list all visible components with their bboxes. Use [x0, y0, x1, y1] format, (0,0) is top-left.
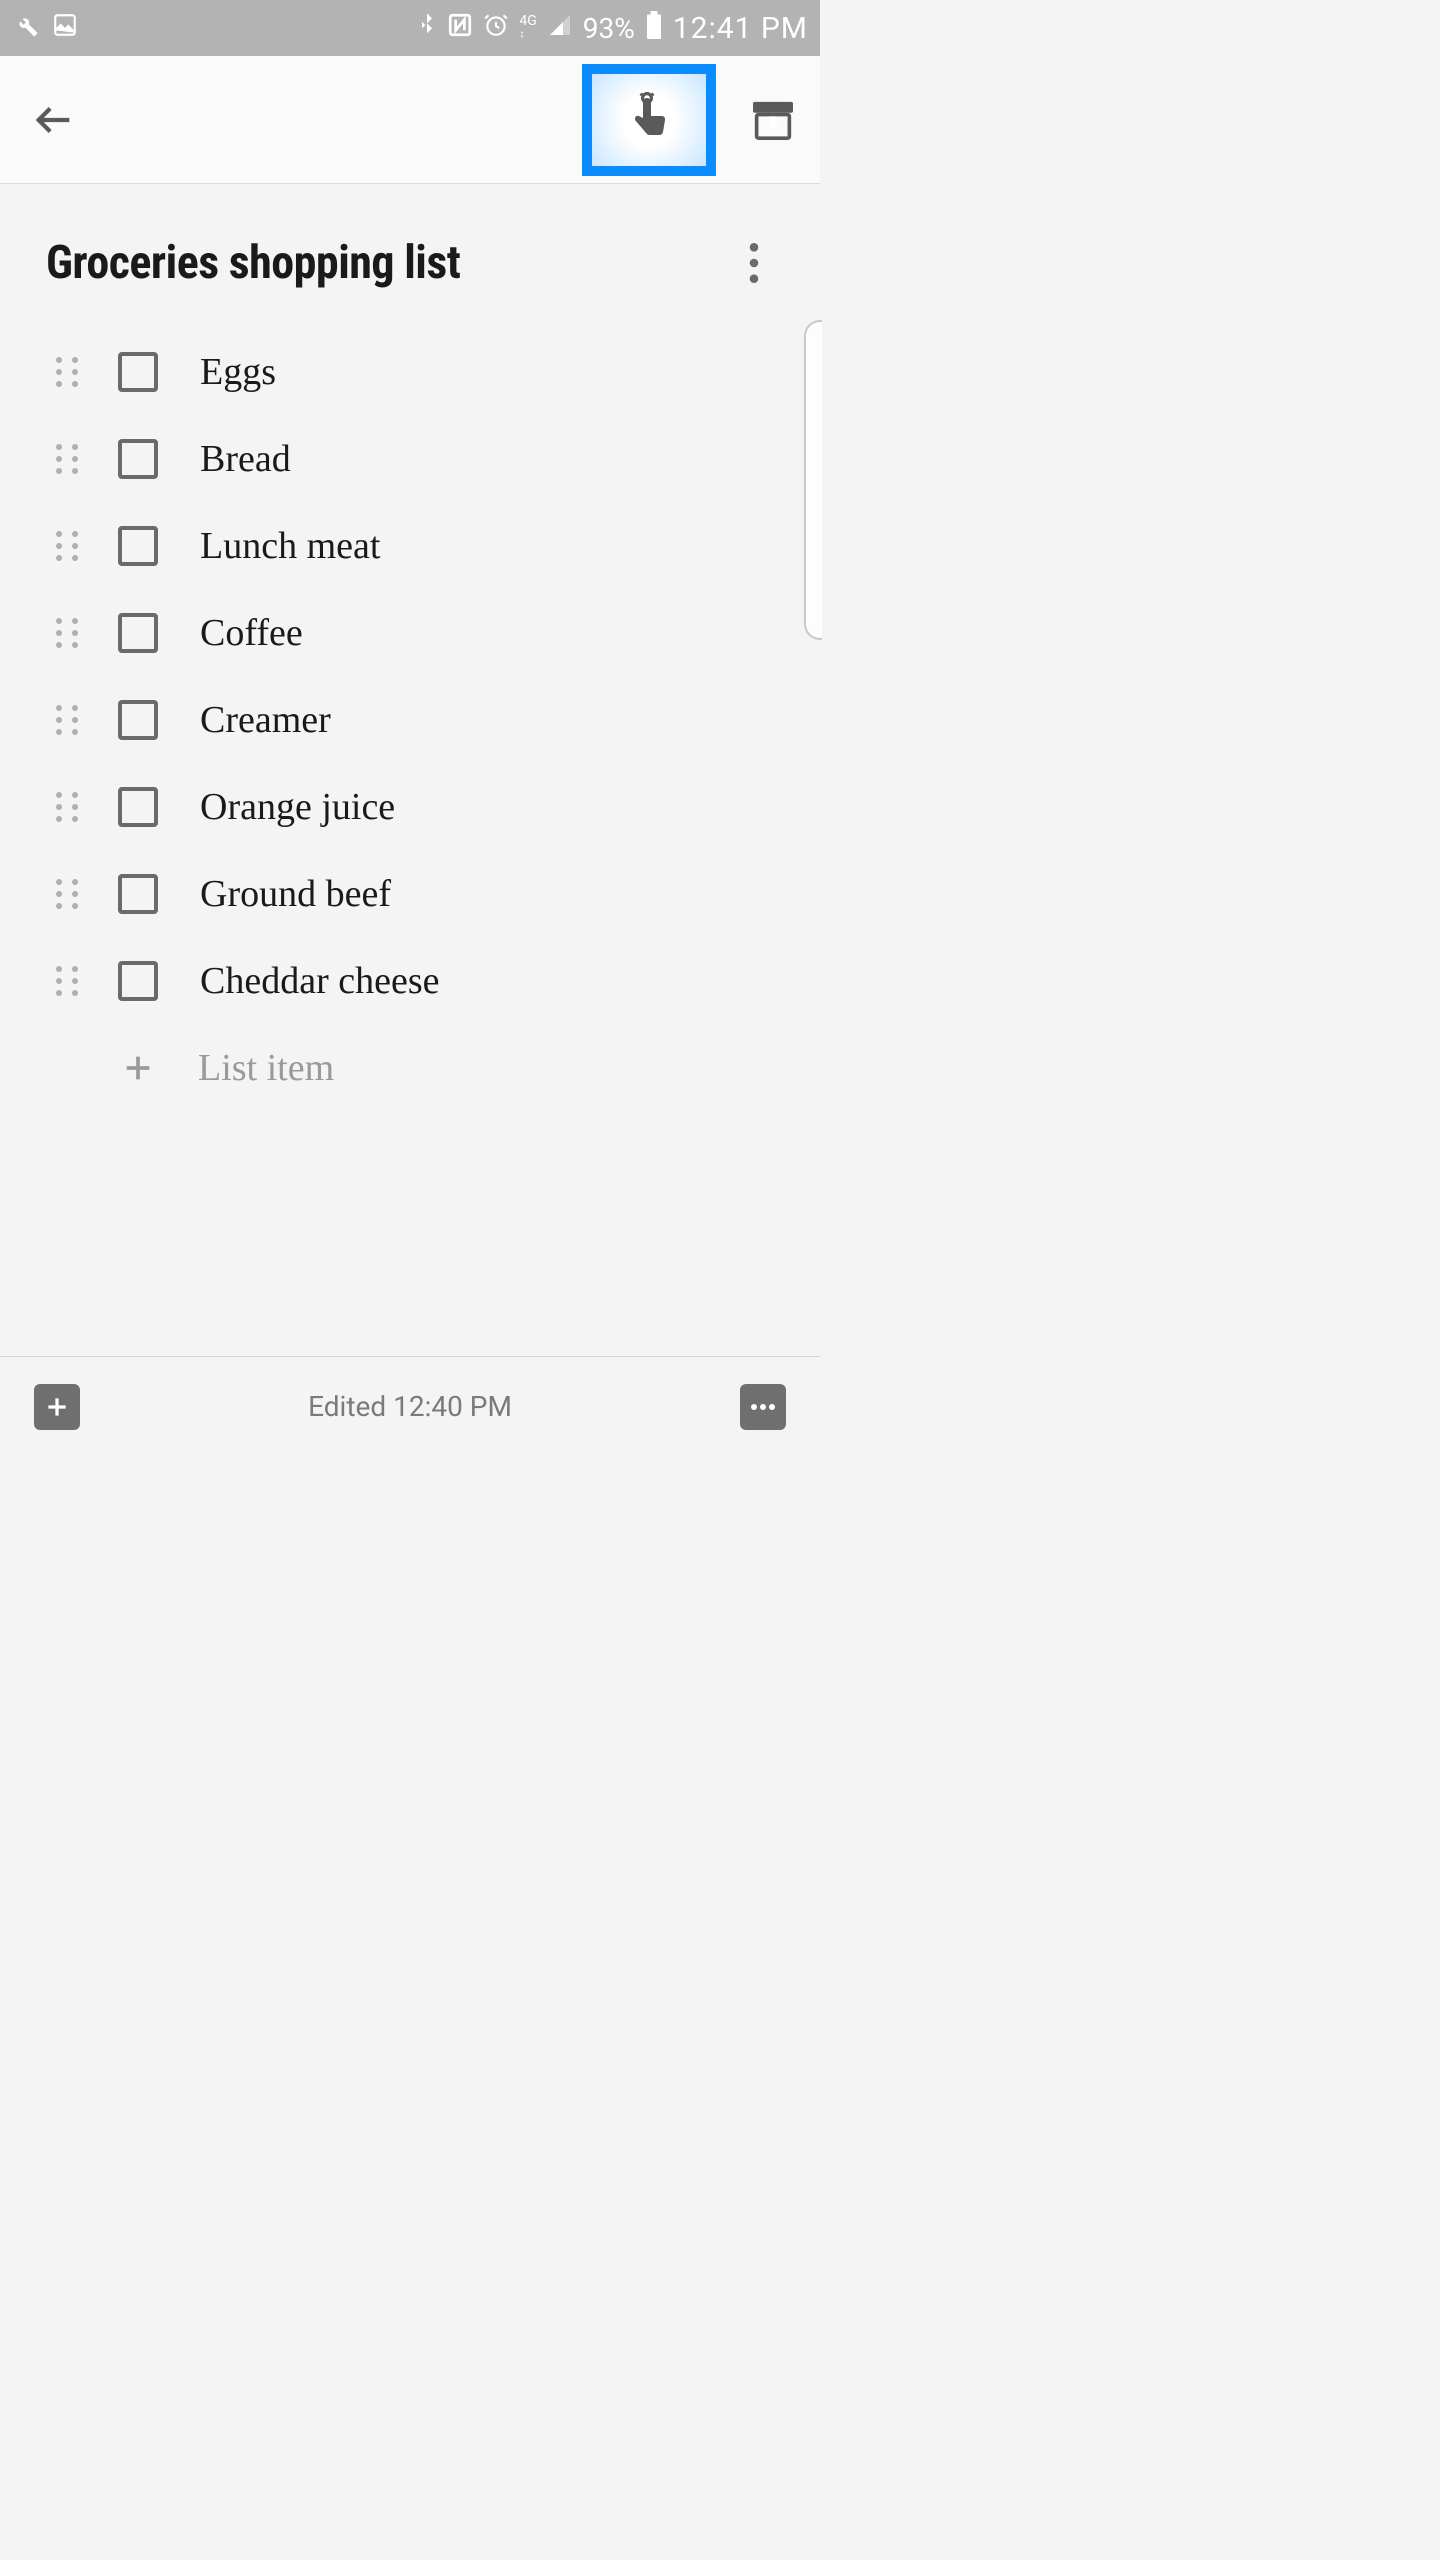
checklist-item[interactable]: Orange juice	[54, 763, 776, 850]
item-checkbox[interactable]	[118, 700, 158, 740]
network-type-badge: 4G↕	[519, 15, 536, 41]
drag-handle-icon[interactable]	[54, 877, 80, 911]
plus-icon	[118, 1048, 158, 1088]
scroll-indicator[interactable]	[804, 320, 822, 640]
signal-icon	[547, 13, 573, 44]
app-header	[0, 56, 820, 184]
bluetooth-icon	[417, 12, 437, 45]
item-label[interactable]: Creamer	[200, 698, 331, 742]
touch-gesture-icon	[624, 92, 674, 148]
android-status-bar: 4G↕ 93% 12:41 PM	[0, 0, 820, 56]
drag-handle-icon[interactable]	[54, 529, 80, 563]
image-icon	[52, 12, 78, 45]
overflow-menu-button[interactable]	[734, 238, 774, 288]
item-checkbox[interactable]	[118, 961, 158, 1001]
drag-handle-icon[interactable]	[54, 790, 80, 824]
checklist-item[interactable]: Eggs	[54, 328, 776, 415]
item-label[interactable]: Cheddar cheese	[200, 959, 440, 1003]
add-item-placeholder: List item	[198, 1046, 334, 1090]
archive-button[interactable]	[750, 97, 796, 143]
last-edited-label: Edited 12:40 PM	[308, 1390, 512, 1423]
more-options-button[interactable]	[740, 1384, 786, 1430]
checklist-item[interactable]: Ground beef	[54, 850, 776, 937]
add-list-item-row[interactable]: List item	[54, 1024, 776, 1111]
bottom-toolbar: Edited 12:40 PM	[0, 1356, 820, 1456]
item-checkbox[interactable]	[118, 352, 158, 392]
item-checkbox[interactable]	[118, 526, 158, 566]
drag-handle-icon[interactable]	[54, 616, 80, 650]
checklist-item[interactable]: Coffee	[54, 589, 776, 676]
item-label[interactable]: Ground beef	[200, 872, 391, 916]
checklist-item[interactable]: Lunch meat	[54, 502, 776, 589]
note-title[interactable]: Groceries shopping list	[46, 236, 734, 290]
status-clock: 12:41 PM	[673, 11, 808, 46]
item-checkbox[interactable]	[118, 787, 158, 827]
note-title-row: Groceries shopping list	[0, 184, 820, 300]
item-checkbox[interactable]	[118, 613, 158, 653]
item-label[interactable]: Coffee	[200, 611, 303, 655]
drag-handle-icon[interactable]	[54, 703, 80, 737]
checklist: Eggs Bread Lunch meat Coffee Creamer Orange j…	[0, 300, 820, 1111]
item-label[interactable]: Orange juice	[200, 785, 395, 829]
battery-percentage: 93%	[583, 12, 635, 45]
item-checkbox[interactable]	[118, 874, 158, 914]
checklist-item[interactable]: Cheddar cheese	[54, 937, 776, 1024]
status-left-icons	[12, 11, 78, 46]
item-label[interactable]: Bread	[200, 437, 291, 481]
status-right-icons: 4G↕ 93% 12:41 PM	[417, 11, 808, 46]
drag-handle-icon[interactable]	[54, 442, 80, 476]
battery-icon	[645, 11, 663, 46]
pin-button-highlighted[interactable]	[582, 64, 716, 176]
item-checkbox[interactable]	[118, 439, 158, 479]
alarm-icon	[483, 12, 509, 45]
nfc-icon	[447, 12, 473, 45]
checklist-item[interactable]: Bread	[54, 415, 776, 502]
drag-handle-icon[interactable]	[54, 964, 80, 998]
add-attachment-button[interactable]	[34, 1384, 80, 1430]
checklist-item[interactable]: Creamer	[54, 676, 776, 763]
drag-handle-icon[interactable]	[54, 355, 80, 389]
item-label[interactable]: Lunch meat	[200, 524, 380, 568]
item-label[interactable]: Eggs	[200, 350, 276, 394]
wrench-icon	[12, 11, 40, 46]
back-button[interactable]	[24, 90, 84, 150]
